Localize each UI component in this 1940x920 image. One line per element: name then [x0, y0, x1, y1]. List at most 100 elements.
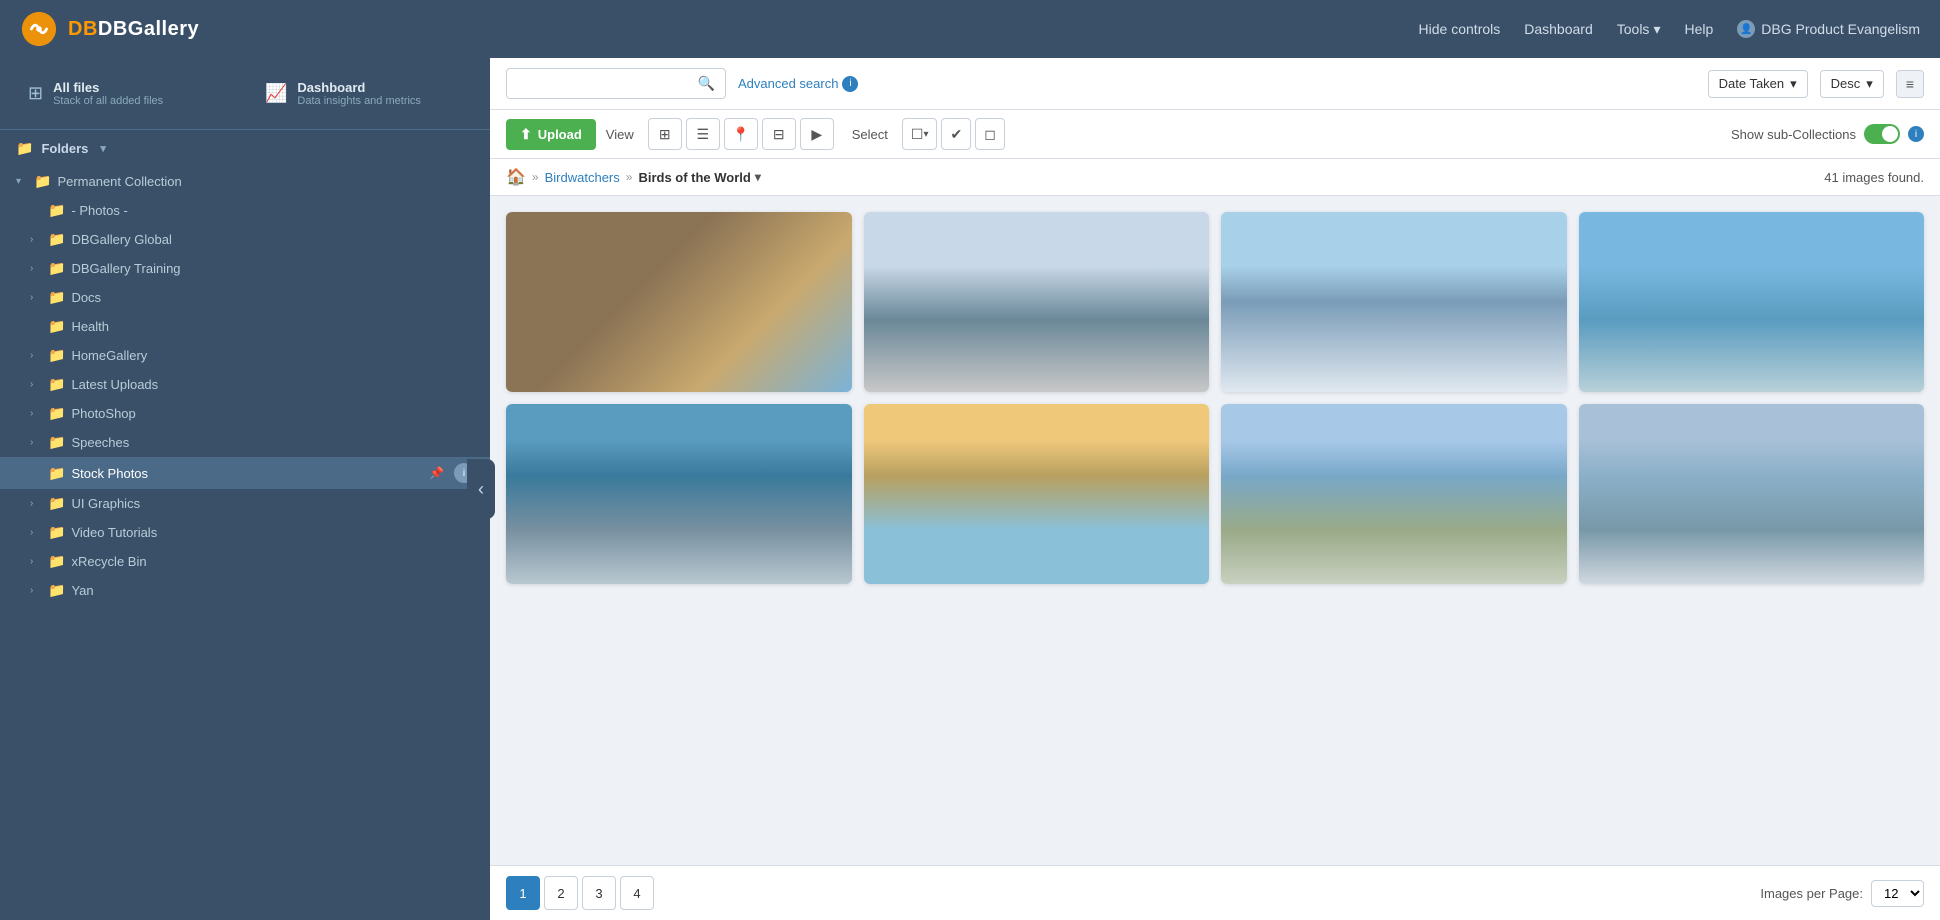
- search-icon[interactable]: 🔍: [698, 75, 715, 92]
- all-files-label: All files: [53, 80, 163, 95]
- breadcrumb-home[interactable]: 🏠: [506, 167, 526, 187]
- tree-item-dbgallery-training[interactable]: ›📁DBGallery Training: [0, 254, 490, 283]
- tree-item-latest-uploads[interactable]: › 📁 Latest Uploads: [0, 370, 490, 399]
- dashboard-link[interactable]: Dashboard: [1524, 21, 1593, 37]
- photo-card-2[interactable]: [864, 212, 1210, 392]
- photo-card-8[interactable]: [1579, 404, 1925, 584]
- tree-item-docs[interactable]: ›📁Docs: [0, 283, 490, 312]
- dashboard-sidebar-label: Dashboard: [297, 80, 421, 95]
- chevron-icon: ›: [30, 585, 42, 596]
- folder-icon: 📁: [34, 173, 51, 190]
- search-input[interactable]: [517, 76, 690, 91]
- slideshow-view-btn[interactable]: ▶: [800, 118, 834, 150]
- help-link[interactable]: Help: [1684, 21, 1713, 37]
- photo-image-1: [506, 212, 852, 392]
- select-checkmark-btn[interactable]: ✔: [941, 118, 971, 150]
- photo-image-7: [1221, 404, 1567, 584]
- tree-item-stock-photos[interactable]: 📁Stock Photos📌i: [0, 457, 490, 489]
- photo-image-6: [864, 404, 1210, 584]
- chevron-icon: ›: [30, 437, 42, 448]
- chevron-icon: ›: [30, 234, 42, 245]
- page-btn-4[interactable]: 4: [620, 876, 654, 910]
- photo-card-1[interactable]: [506, 212, 852, 392]
- page-btn-2[interactable]: 2: [544, 876, 578, 910]
- tree-item-label: DBGallery Global: [71, 232, 171, 247]
- breadcrumb-current: Birds of the World ▾: [638, 170, 760, 185]
- tree-item-video-tutorials[interactable]: › 📁 Video Tutorials: [0, 518, 490, 547]
- tree-item-permanent-collection[interactable]: ▾📁Permanent Collection: [0, 167, 490, 196]
- select-dropdown-icon: ▾: [923, 129, 928, 140]
- sidebar-collapse-button[interactable]: ‹: [467, 459, 495, 519]
- search-bar[interactable]: 🔍: [506, 68, 726, 99]
- hide-controls-link[interactable]: Hide controls: [1419, 21, 1501, 37]
- upload-button[interactable]: ⬆ Upload: [506, 119, 596, 150]
- tree-item-photos[interactable]: 📁- Photos -: [0, 196, 490, 225]
- tree-item-label: Yan: [71, 583, 93, 598]
- folder-icon: 📁: [48, 434, 65, 451]
- select-clear-btn[interactable]: ◻: [975, 118, 1005, 150]
- masonry-view-btn[interactable]: ⊟: [762, 118, 796, 150]
- advanced-search-link[interactable]: Advanced search i: [738, 76, 858, 92]
- select-label: Select: [852, 127, 888, 142]
- tools-dropdown[interactable]: Tools ▾: [1617, 21, 1661, 38]
- list-view-btn[interactable]: ☰: [686, 118, 720, 150]
- folders-header[interactable]: 📁 Folders ▾: [0, 130, 490, 167]
- tree-item-health[interactable]: 📁Health: [0, 312, 490, 341]
- view-mode-toggle: ≡: [1896, 70, 1924, 98]
- page-btn-1[interactable]: 1: [506, 876, 540, 910]
- folder-icon: 📁: [48, 495, 65, 512]
- dashboard-sidebar-button[interactable]: 📈 Dashboard Data insights and metrics: [253, 72, 474, 115]
- sidebar-top-actions: ⊞ All files Stack of all added files 📈 D…: [0, 58, 490, 130]
- tree-item-dbgallery-global[interactable]: ›📁DBGallery Global: [0, 225, 490, 254]
- breadcrumb-sep-1: »: [532, 170, 539, 184]
- grid-view-btn[interactable]: ⊞: [648, 118, 682, 150]
- view-label: View: [606, 127, 634, 142]
- tree-item-photoshop[interactable]: ›📁PhotoShop: [0, 399, 490, 428]
- tree-item-homegallery[interactable]: ›📁HomeGallery: [0, 341, 490, 370]
- grid-icon: ⊞: [28, 83, 43, 104]
- photo-image-8: [1579, 404, 1925, 584]
- results-count: 41 images found.: [1824, 170, 1924, 185]
- chevron-icon: ›: [30, 263, 42, 274]
- breadcrumb-dropdown-icon[interactable]: ▾: [755, 170, 761, 184]
- tree-item-speeches[interactable]: ›📁Speeches: [0, 428, 490, 457]
- chevron-icon: ›: [30, 408, 42, 419]
- photo-card-4[interactable]: [1579, 212, 1925, 392]
- chevron-icon: ›: [30, 379, 42, 390]
- photo-card-7[interactable]: [1221, 404, 1567, 584]
- sidebar: ⊞ All files Stack of all added files 📈 D…: [0, 58, 490, 920]
- chevron-icon: ›: [30, 527, 42, 538]
- select-checkbox-btn[interactable]: ☐ ▾: [902, 118, 938, 150]
- tree-item-xrecycle-bin[interactable]: ›📁xRecycle Bin: [0, 547, 490, 576]
- map-view-btn[interactable]: 📍: [724, 118, 758, 150]
- per-page-select[interactable]: 12244896: [1871, 880, 1924, 907]
- tree-item-label: HomeGallery: [71, 348, 147, 363]
- user-info[interactable]: 👤 DBG Product Evangelism: [1737, 20, 1920, 38]
- tree-item-yan[interactable]: ›📁Yan: [0, 576, 490, 605]
- breadcrumb-bar: 🏠 » Birdwatchers » Birds of the World ▾ …: [490, 159, 1940, 196]
- photo-card-5[interactable]: [506, 404, 852, 584]
- folder-icon: 📁: [48, 376, 65, 393]
- user-icon: 👤: [1737, 20, 1755, 38]
- photo-card-3[interactable]: [1221, 212, 1567, 392]
- sub-collections-info-icon: i: [1908, 126, 1924, 142]
- per-page-control: Images per Page: 12244896: [1760, 880, 1924, 907]
- all-files-button[interactable]: ⊞ All files Stack of all added files: [16, 72, 237, 115]
- breadcrumb-birdwatchers[interactable]: Birdwatchers: [545, 170, 620, 185]
- layout-wrapper: ⊞ All files Stack of all added files 📈 D…: [0, 58, 1940, 920]
- photo-card-6[interactable]: [864, 404, 1210, 584]
- sort-dropdown[interactable]: Date Taken ▾: [1708, 70, 1808, 98]
- page-btn-3[interactable]: 3: [582, 876, 616, 910]
- grid-view-button[interactable]: ≡: [1897, 71, 1923, 97]
- folder-icon: 📁: [48, 524, 65, 541]
- tree-item-label: Video Tutorials: [71, 525, 157, 540]
- search-toolbar: 🔍 Advanced search i Date Taken ▾ Desc ▾ …: [490, 58, 1940, 110]
- sort-dir-dropdown[interactable]: Desc ▾: [1820, 70, 1884, 98]
- tree-item-label: Latest Uploads: [71, 377, 158, 392]
- tree-item-ui-graphics[interactable]: ›📁UI Graphics: [0, 489, 490, 518]
- chart-icon: 📈: [265, 83, 287, 104]
- logo-area: DBDBGallery: [20, 10, 199, 48]
- tools-chevron-icon: ▾: [1653, 21, 1660, 38]
- sub-collections-switch[interactable]: [1864, 124, 1900, 144]
- top-nav-links: Hide controls Dashboard Tools ▾ Help 👤 D…: [1419, 20, 1920, 38]
